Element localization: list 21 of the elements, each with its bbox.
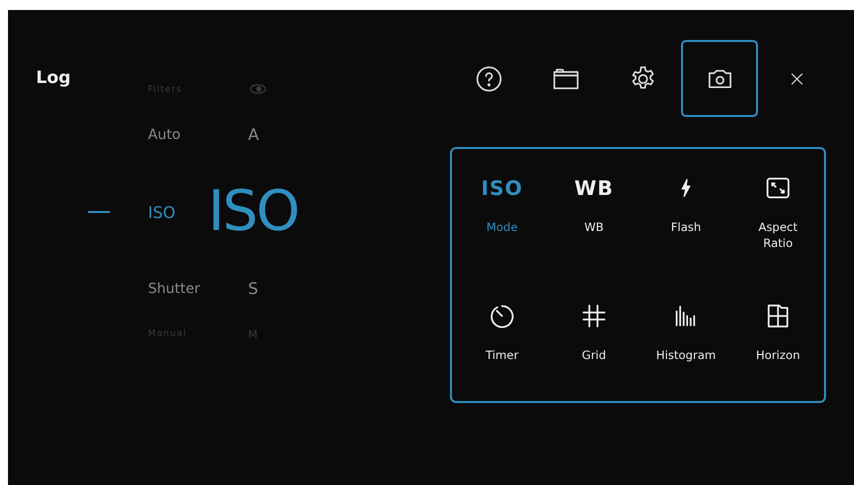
setting-glyph[interactable]: WB <box>574 176 614 200</box>
camera-button[interactable] <box>681 40 758 117</box>
selected-mode-value: ISO <box>208 184 298 240</box>
setting-label[interactable]: Flash <box>670 219 702 236</box>
grid-icon <box>580 302 608 330</box>
mode-letter: A <box>248 127 259 143</box>
mode-letter: S <box>248 281 258 297</box>
setting-label[interactable]: Histogram <box>656 347 716 364</box>
setting-label[interactable]: Timer <box>486 347 518 364</box>
mode-option[interactable]: Shutter <box>148 281 200 297</box>
setting-label[interactable]: Horizon <box>756 347 800 364</box>
setting-label[interactable]: Grid <box>582 347 606 364</box>
mode-option[interactable]: ISO <box>148 202 176 222</box>
setting-label[interactable]: WB <box>584 219 604 236</box>
mode-title: Log <box>36 68 71 88</box>
timer-icon <box>488 302 516 330</box>
setting-label[interactable]: Aspect Ratio <box>743 219 813 252</box>
help-icon <box>474 64 502 92</box>
setting-glyph[interactable]: ISO <box>481 176 523 200</box>
mode-option[interactable]: Auto <box>148 127 181 143</box>
setting-label[interactable]: Mode <box>486 219 518 236</box>
